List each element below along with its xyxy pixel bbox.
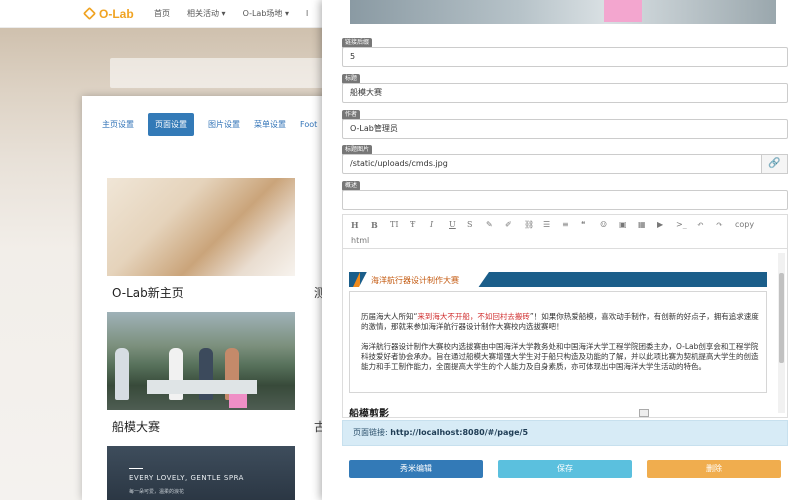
emoji-icon[interactable]: ☺	[600, 220, 607, 229]
paragraph-highlight: 来到海大不开船，不如回村去搬砖	[417, 312, 530, 321]
page-link-url[interactable]: http://localhost:8080/#/page/5	[390, 428, 528, 437]
heading-icon[interactable]: H	[351, 220, 359, 230]
tab-menu-settings[interactable]: 菜单设置	[254, 119, 286, 130]
page-card-image-third[interactable]: EVERY LOVELY, GENTLE SPRA 每一朵可爱，温柔的浪花	[107, 446, 295, 500]
nav-more[interactable]: l	[306, 9, 308, 18]
list-ul-icon[interactable]: ☰	[543, 220, 550, 229]
link-icon[interactable]: 🔗	[762, 154, 788, 174]
editor-scrollbar[interactable]	[778, 253, 785, 413]
html-button[interactable]: html	[351, 236, 369, 245]
summary-field[interactable]	[342, 190, 788, 210]
page-card-image-olab[interactable]	[107, 178, 295, 276]
undo-icon[interactable]: ↶	[697, 220, 704, 229]
table-icon[interactable]: ▦	[638, 220, 646, 229]
link-icon[interactable]: ⛓	[524, 220, 534, 229]
title-image-field[interactable]: /static/uploads/cmds.jpg	[342, 154, 762, 174]
background-search-box	[110, 58, 325, 88]
card-image-caption: EVERY LOVELY, GENTLE SPRA	[129, 474, 244, 482]
content-banner: 海洋航行器设计制作大赛	[349, 272, 767, 287]
settings-panel: 主页设置 页面设置 图片设置 菜单设置 Foot O-Lab新主页 测 船模大赛…	[82, 96, 332, 500]
tab-image-settings[interactable]: 图片设置	[208, 119, 240, 130]
content-box: 历届海大人所知“来到海大不开船，不如回村去搬砖”！如果你热爱船模，喜欢动手制作，…	[349, 291, 767, 393]
rich-text-editor[interactable]: 海洋航行器设计制作大赛 历届海大人所知“来到海大不开船，不如回村去搬砖”！如果你…	[342, 248, 788, 418]
page-card-label-olab[interactable]: O-Lab新主页	[112, 284, 184, 301]
list-ol-icon[interactable]: ≡	[562, 220, 569, 229]
nav-activities[interactable]: 相关活动 ▾	[187, 8, 226, 19]
page-card-label-boat[interactable]: 船模大赛	[112, 418, 160, 435]
banner-accent	[353, 272, 360, 287]
title-field[interactable]: 船模大赛	[342, 83, 788, 103]
suffix-field[interactable]: 5	[342, 47, 788, 67]
settings-tabs: 主页设置 页面设置 图片设置 菜单设置 Foot	[102, 113, 331, 136]
nav-venues[interactable]: O-Lab场地 ▾	[243, 8, 289, 19]
strikethrough-icon[interactable]: Ŧ	[410, 220, 415, 229]
preview-pink-sign	[604, 0, 642, 22]
logo-text: O-Lab	[99, 6, 134, 21]
card-image-subcaption: 每一朵可爱，温柔的浪花	[129, 489, 185, 495]
banner-title: 海洋航行器设计制作大赛	[371, 276, 459, 285]
editor-toolbar: H B TI Ŧ I U S ✎ ✐ ⛓ ☰ ≡ ❝ ☺ ▣ ▦ ▶ >_ ↶ …	[342, 214, 788, 250]
content-paragraph-2: 海洋航行器设计制作大赛校内选拔赛由中国海洋大学教务处和中国海洋大学工程学院团委主…	[361, 342, 759, 371]
photo-pink-sign	[229, 394, 247, 408]
image-icon[interactable]: ▣	[619, 220, 627, 229]
eraser-icon[interactable]: S	[467, 220, 472, 229]
bold-icon[interactable]: B	[371, 220, 378, 230]
save-button[interactable]: 保存	[498, 460, 632, 478]
logo-icon	[82, 6, 97, 21]
tab-footer-settings[interactable]: Foot	[300, 120, 317, 129]
site-logo[interactable]: O-Lab	[82, 6, 154, 21]
delete-button[interactable]: 删除	[647, 460, 781, 478]
page-link-bar: 页面链接: http://localhost:8080/#/page/5	[342, 420, 788, 446]
author-field[interactable]: O-Lab管理员	[342, 119, 788, 139]
code-icon[interactable]: >_	[676, 220, 687, 229]
tab-page-settings[interactable]: 页面设置	[148, 113, 194, 136]
title-image-preview	[350, 0, 776, 24]
underline-icon[interactable]: U	[449, 220, 456, 229]
photo-table	[147, 380, 257, 394]
text-height-icon[interactable]: TI	[390, 220, 399, 229]
broken-image-icon	[639, 409, 649, 417]
xiumi-edit-button[interactable]: 秀米编辑	[349, 460, 483, 478]
brush-icon[interactable]: ✐	[505, 220, 512, 229]
paragraph-text: 历届海大人所知“	[361, 312, 418, 321]
nav-home[interactable]: 首页	[154, 8, 170, 19]
quote-icon[interactable]: ❝	[581, 220, 585, 229]
page-card-image-boat[interactable]	[107, 312, 295, 410]
video-icon[interactable]: ▶	[657, 220, 663, 229]
italic-icon[interactable]: I	[430, 220, 433, 229]
content-paragraph-1: 历届海大人所知“来到海大不开船，不如回村去搬砖”！如果你热爱船模，喜欢动手制作，…	[361, 312, 761, 332]
redo-icon[interactable]: ↷	[716, 220, 723, 229]
page-link-label: 页面链接:	[353, 428, 388, 437]
pencil-icon[interactable]: ✎	[486, 220, 493, 229]
page-editor-dialog: 链接后缀 5 标题 船模大赛 作者 O-Lab管理员 标题图片 /static/…	[322, 0, 808, 500]
copy-button[interactable]: copy	[735, 220, 754, 229]
tab-home-settings[interactable]: 主页设置	[102, 119, 134, 130]
content-subheading: 船模剪影	[349, 409, 389, 418]
photo-person	[115, 348, 129, 400]
scrollbar-thumb[interactable]	[779, 273, 784, 363]
divider	[129, 468, 143, 469]
